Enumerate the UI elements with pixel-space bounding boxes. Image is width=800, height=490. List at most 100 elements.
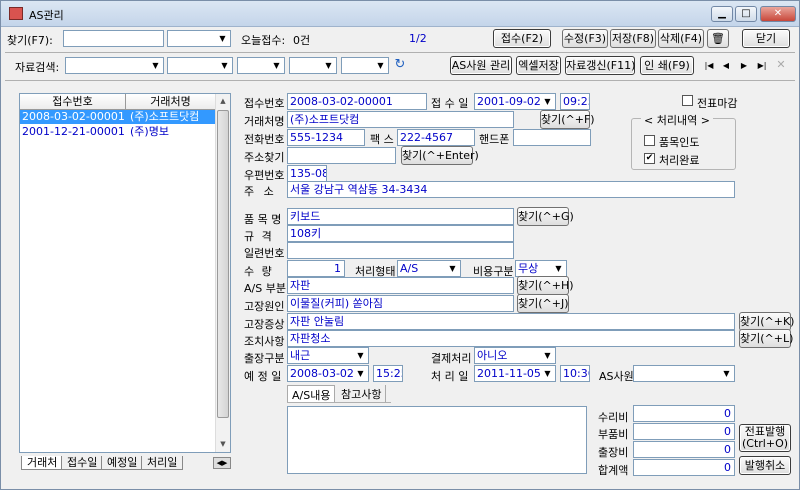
trip-type-label: 출장구분: [244, 352, 285, 365]
as-part-field[interactable]: 자판: [287, 277, 514, 294]
first-record-icon[interactable]: |◀: [703, 59, 715, 73]
scheduled-time-field[interactable]: 15:25: [373, 365, 403, 382]
process-type-select[interactable]: A/S ▼: [397, 260, 461, 277]
close-button[interactable]: 닫기: [742, 29, 790, 48]
processed-date-picker[interactable]: 2011-11-05 ▼: [474, 365, 556, 382]
serial-label: 일련번호: [244, 247, 285, 260]
last-record-icon[interactable]: ▶|: [756, 59, 768, 73]
scroll-thumb[interactable]: [217, 110, 229, 418]
zip-field[interactable]: 135-080: [287, 165, 327, 182]
tab-receipt-date[interactable]: 접수일: [61, 456, 104, 470]
settle-select[interactable]: 아니오 ▼: [474, 347, 556, 364]
find-action-button[interactable]: 찾기(^+L): [739, 329, 793, 348]
processed-date-label: 처 리 일: [431, 370, 469, 383]
product-delivery-checkbox[interactable]: [644, 135, 655, 146]
cost-type-select[interactable]: 무상 ▼: [515, 260, 567, 277]
row-receipt-no: 2008-03-02-00001: [22, 110, 125, 123]
as-content-textarea[interactable]: [287, 406, 587, 474]
product-field[interactable]: 키보드: [287, 208, 514, 225]
search-field-select[interactable]: ▼: [167, 30, 231, 47]
cancel-icon[interactable]: ✕: [775, 58, 787, 72]
spec-field[interactable]: 108키: [287, 225, 514, 242]
as-staff-manage-button[interactable]: AS사원 관리: [450, 56, 512, 75]
repair-cost-label: 수리비: [598, 411, 629, 424]
address-search-input[interactable]: [287, 147, 396, 164]
find-address-button[interactable]: 찾기(^+Enter): [401, 146, 479, 165]
parts-cost-field[interactable]: 0: [633, 423, 735, 440]
data-search-select-5[interactable]: ▼: [341, 57, 389, 74]
chevron-down-icon: ▼: [445, 261, 460, 276]
refresh-icon[interactable]: ↻: [393, 58, 407, 72]
data-search-select-3[interactable]: ▼: [237, 57, 285, 74]
tab-scroll-icon[interactable]: ◀▶: [213, 457, 231, 469]
trip-type-select[interactable]: 내근 ▼: [287, 347, 369, 364]
trash-button[interactable]: 🗑: [707, 29, 729, 48]
chevron-down-icon: ▼: [215, 31, 230, 46]
data-search-select-4[interactable]: ▼: [289, 57, 337, 74]
product-delivery-label: 품목인도: [659, 136, 700, 149]
address-field[interactable]: 서울 강남구 역삼동 34-3434: [287, 181, 735, 198]
scroll-down-icon[interactable]: ▼: [216, 437, 230, 452]
find-as-part-button[interactable]: 찾기(^+H): [517, 276, 574, 295]
phone-field[interactable]: 555-1234: [287, 129, 365, 146]
issue-slip-button[interactable]: 전표발행(Ctrl+O): [739, 424, 791, 452]
repair-cost-field[interactable]: 0: [633, 405, 735, 422]
print-button[interactable]: 인 쇄(F9): [640, 56, 694, 75]
column-receipt-no[interactable]: 접수번호: [20, 94, 126, 110]
page-indicator: 1/2: [409, 32, 427, 45]
save-button[interactable]: 저장(F8): [610, 29, 656, 48]
process-done-checkbox[interactable]: ✔: [644, 153, 655, 164]
qty-field[interactable]: 1: [287, 260, 345, 277]
receipt-date-picker[interactable]: 2001-09-02 ▼: [474, 93, 556, 110]
trip-cost-label: 출장비: [598, 446, 629, 459]
zip-label: 우편번호: [244, 169, 285, 182]
trip-cost-field[interactable]: 0: [633, 441, 735, 458]
scheduled-date-picker[interactable]: 2008-03-02 ▼: [287, 365, 369, 382]
chevron-down-icon: ▼: [373, 58, 388, 73]
find-cause-button[interactable]: 찾기(^+J): [517, 294, 569, 313]
cause-field[interactable]: 이물질(커피) 쏟아짐: [287, 295, 514, 312]
delete-button[interactable]: 삭제(F4): [658, 29, 704, 48]
client-field[interactable]: (주)소프트닷컴: [287, 111, 514, 128]
symptom-field[interactable]: 자판 안눌림: [287, 313, 735, 330]
tab-processed-date[interactable]: 처리일: [141, 456, 184, 470]
minimize-icon[interactable]: ▁: [711, 6, 733, 22]
edit-button[interactable]: 수정(F3): [562, 29, 608, 48]
mobile-field[interactable]: [513, 129, 591, 146]
tab-as-content[interactable]: A/S내용: [287, 385, 336, 402]
receipt-no-field[interactable]: 2008-03-02-00001: [287, 93, 427, 110]
cancel-issue-button[interactable]: 발행취소: [739, 456, 791, 475]
data-search-select-1[interactable]: ▼: [65, 57, 164, 74]
next-record-icon[interactable]: ▶: [739, 59, 749, 73]
tab-client[interactable]: 거래처: [21, 456, 64, 470]
tab-scheduled-date[interactable]: 예정일: [101, 456, 144, 470]
processed-time-field[interactable]: 10:36: [560, 365, 590, 382]
find-client-button[interactable]: 찾기(^+F): [540, 110, 595, 129]
action-field[interactable]: 자판청소: [287, 330, 735, 347]
slip-close-checkbox[interactable]: [682, 95, 693, 106]
chevron-down-icon: ▼: [540, 366, 555, 381]
table-row[interactable]: 2001-12-21-00001 (주)명보: [20, 125, 216, 139]
data-search-select-2[interactable]: ▼: [167, 57, 233, 74]
column-client-name[interactable]: 거래처명: [126, 94, 216, 110]
total-field[interactable]: 0: [633, 459, 735, 476]
table-row[interactable]: 2008-03-02-00001 (주)소프트닷컴: [20, 110, 216, 124]
tab-reference-notes[interactable]: 참고사항: [337, 385, 387, 402]
fax-field[interactable]: 222-4567: [397, 129, 475, 146]
close-icon[interactable]: ✕: [760, 6, 796, 22]
receipt-date-label: 접 수 일: [431, 97, 469, 110]
receive-button[interactable]: 접수(F2): [493, 29, 551, 48]
maximize-icon[interactable]: □: [735, 6, 757, 22]
data-refresh-button[interactable]: 자료갱신(F11): [565, 56, 635, 75]
serial-field[interactable]: [287, 242, 514, 259]
search-input[interactable]: [63, 30, 164, 47]
row-client-name: (주)명보: [130, 125, 169, 138]
as-staff-select[interactable]: ▼: [633, 365, 735, 382]
list-scrollbar[interactable]: ▲ ▼: [215, 94, 230, 452]
excel-save-button[interactable]: 엑셀저장: [516, 56, 561, 75]
as-part-label: A/S 부분: [244, 282, 286, 295]
scroll-up-icon[interactable]: ▲: [216, 94, 230, 109]
prev-record-icon[interactable]: ◀: [721, 59, 731, 73]
receipt-time-field[interactable]: 09:25: [560, 93, 590, 110]
find-product-button[interactable]: 찾기(^+G): [517, 207, 574, 226]
